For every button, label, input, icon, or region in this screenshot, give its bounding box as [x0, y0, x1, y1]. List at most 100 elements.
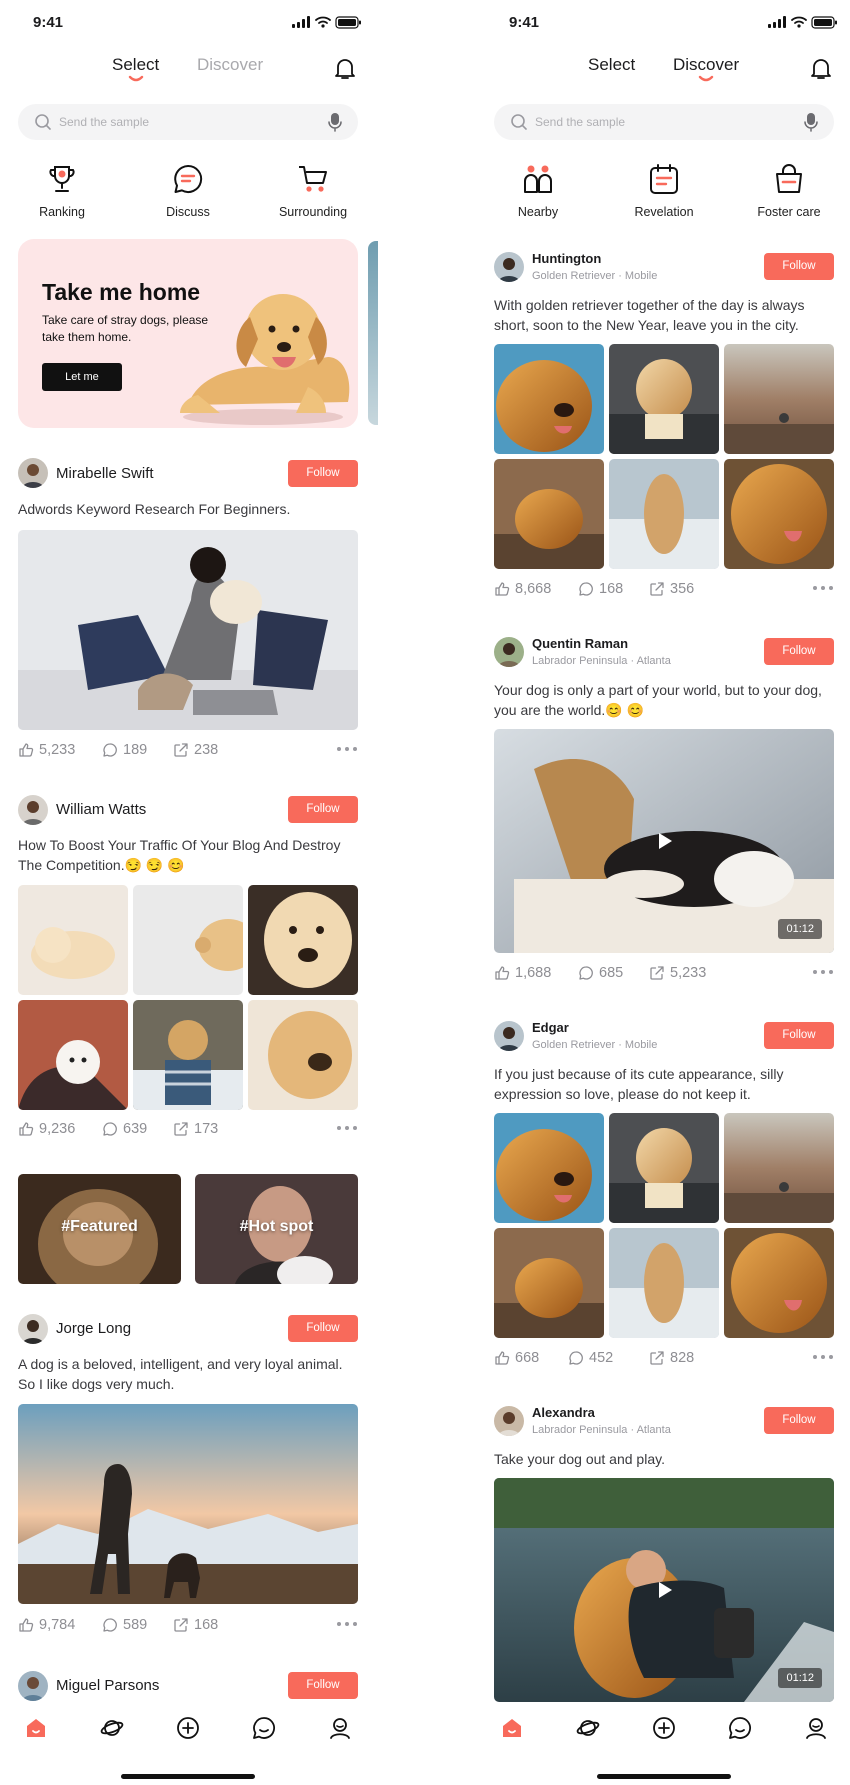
tab-select[interactable]: Select [588, 55, 635, 75]
avatar[interactable] [18, 458, 48, 488]
tag-hot-spot[interactable]: #Hot spot [195, 1174, 358, 1284]
bell-icon[interactable] [334, 57, 356, 81]
follow-button[interactable]: Follow [288, 796, 358, 823]
like-button[interactable]: 9,236 [18, 1121, 75, 1137]
follow-button[interactable]: Follow [764, 1407, 834, 1434]
tab-discover[interactable]: Discover [673, 55, 739, 75]
post-image[interactable] [609, 1113, 719, 1223]
profile-icon[interactable] [328, 1716, 352, 1740]
like-button[interactable]: 1,688 [494, 965, 551, 981]
category-revelation[interactable]: Revelation [609, 162, 719, 219]
category-foster-care[interactable]: Foster care [734, 162, 844, 219]
share-button[interactable]: 828 [649, 1350, 694, 1366]
post-author[interactable]: Quentin Raman [532, 636, 628, 651]
more-icon[interactable] [812, 583, 834, 593]
share-button[interactable]: 173 [173, 1121, 218, 1137]
tab-discover[interactable]: Discover [197, 55, 263, 75]
avatar[interactable] [494, 1406, 524, 1436]
home-icon[interactable] [24, 1716, 48, 1740]
category-ranking[interactable]: Ranking [7, 162, 117, 219]
comment-button[interactable]: 189 [102, 742, 147, 758]
follow-button[interactable]: Follow [764, 638, 834, 665]
post-image[interactable] [18, 530, 358, 730]
tab-select[interactable]: Select [112, 55, 159, 75]
post-author[interactable]: Miguel Parsons [56, 1677, 159, 1694]
plus-circle-icon[interactable] [652, 1716, 676, 1740]
post-image[interactable] [724, 1113, 834, 1223]
more-icon[interactable] [812, 967, 834, 977]
comment-button[interactable]: 639 [102, 1121, 147, 1137]
message-icon[interactable] [252, 1716, 276, 1740]
planet-icon[interactable] [100, 1716, 124, 1740]
follow-button[interactable]: Follow [288, 1315, 358, 1342]
play-icon[interactable] [653, 1579, 675, 1601]
post-image[interactable] [494, 344, 604, 454]
more-icon[interactable] [336, 1123, 358, 1133]
avatar[interactable] [18, 1314, 48, 1344]
like-button[interactable]: 668 [494, 1350, 539, 1366]
planet-icon[interactable] [576, 1716, 600, 1740]
comment-button[interactable]: 685 [578, 965, 623, 981]
category-surrounding[interactable]: Surrounding [258, 162, 368, 219]
post-video[interactable]: 01:12 [494, 1478, 834, 1702]
play-icon[interactable] [653, 830, 675, 852]
post-author[interactable]: Mirabelle Swift [56, 465, 154, 482]
adoption-banner[interactable]: Take me home Take care of stray dogs, pl… [18, 239, 358, 428]
follow-button[interactable]: Follow [288, 1672, 358, 1699]
share-button[interactable]: 356 [649, 581, 694, 597]
post-author[interactable]: Alexandra [532, 1405, 595, 1420]
post-image[interactable] [494, 1113, 604, 1223]
post-image[interactable] [18, 885, 128, 995]
more-icon[interactable] [336, 744, 358, 754]
avatar[interactable] [494, 637, 524, 667]
category-discuss[interactable]: Discuss [133, 162, 243, 219]
let-me-button[interactable]: Let me [42, 363, 122, 391]
post-author[interactable]: Jorge Long [56, 1320, 131, 1337]
avatar[interactable] [18, 1671, 48, 1701]
like-button[interactable]: 8,668 [494, 581, 551, 597]
post-image[interactable] [494, 459, 604, 569]
bell-icon[interactable] [810, 57, 832, 81]
microphone-icon[interactable] [804, 112, 818, 132]
post-image[interactable] [248, 1000, 358, 1110]
post-author[interactable]: William Watts [56, 801, 146, 818]
microphone-icon[interactable] [328, 112, 342, 132]
category-nearby[interactable]: Nearby [483, 162, 593, 219]
search-input[interactable]: Send the sample [18, 104, 358, 140]
post-image[interactable] [18, 1000, 128, 1110]
post-author[interactable]: Huntington [532, 251, 601, 266]
follow-button[interactable]: Follow [764, 253, 834, 280]
post-image[interactable] [18, 1404, 358, 1604]
more-icon[interactable] [812, 1352, 834, 1362]
profile-icon[interactable] [804, 1716, 828, 1740]
next-banner-preview[interactable] [368, 241, 378, 425]
share-button[interactable]: 168 [173, 1617, 218, 1633]
post-image[interactable] [724, 1228, 834, 1338]
post-image[interactable] [133, 1000, 243, 1110]
post-image[interactable] [724, 344, 834, 454]
comment-button[interactable]: 589 [102, 1617, 147, 1633]
plus-circle-icon[interactable] [176, 1716, 200, 1740]
post-image[interactable] [494, 1228, 604, 1338]
tag-featured[interactable]: #Featured [18, 1174, 181, 1284]
post-image[interactable] [248, 885, 358, 995]
avatar[interactable] [18, 795, 48, 825]
post-image[interactable] [133, 885, 243, 995]
avatar[interactable] [494, 1021, 524, 1051]
search-input[interactable]: Send the sample [494, 104, 834, 140]
comment-button[interactable]: 168 [578, 581, 623, 597]
follow-button[interactable]: Follow [288, 460, 358, 487]
avatar[interactable] [494, 252, 524, 282]
more-icon[interactable] [336, 1619, 358, 1629]
post-image[interactable] [724, 459, 834, 569]
home-icon[interactable] [500, 1716, 524, 1740]
message-icon[interactable] [728, 1716, 752, 1740]
post-image[interactable] [609, 459, 719, 569]
follow-button[interactable]: Follow [764, 1022, 834, 1049]
post-author[interactable]: Edgar [532, 1020, 569, 1035]
comment-button[interactable]: 452 [568, 1350, 613, 1366]
like-button[interactable]: 9,784 [18, 1617, 75, 1633]
like-button[interactable]: 5,233 [18, 742, 75, 758]
post-video[interactable]: 01:12 [494, 729, 834, 953]
post-image[interactable] [609, 344, 719, 454]
